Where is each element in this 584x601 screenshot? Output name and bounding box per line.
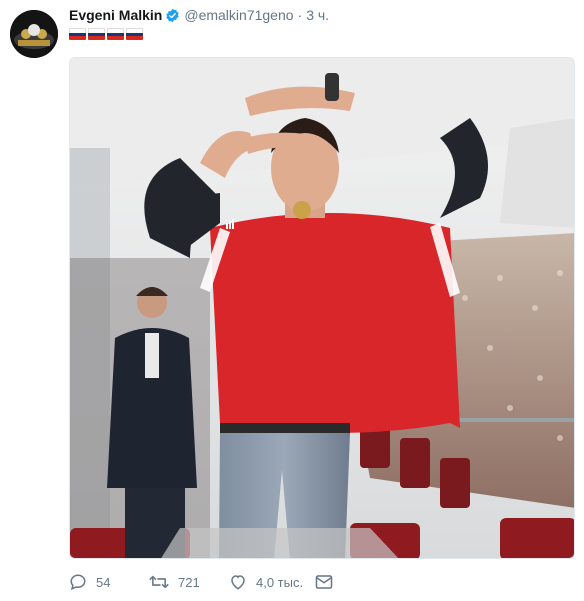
tweet-header: Evgeni Malkin @emalkin71geno · 3 ч. bbox=[69, 7, 329, 23]
russian-flag-icon bbox=[126, 28, 143, 40]
tweet-actions: 54 721 4,0 тыс. bbox=[69, 572, 333, 592]
author-handle[interactable]: @emalkin71geno bbox=[184, 7, 293, 23]
author-avatar[interactable] bbox=[10, 10, 58, 58]
heart-icon bbox=[229, 573, 247, 591]
tweet-text-flags bbox=[69, 28, 143, 40]
author-name[interactable]: Evgeni Malkin bbox=[69, 7, 162, 23]
verified-badge-icon bbox=[165, 8, 180, 23]
russian-flag-icon bbox=[88, 28, 105, 40]
retweet-button[interactable]: 721 bbox=[149, 573, 229, 591]
russian-flag-icon bbox=[69, 28, 86, 40]
reply-icon bbox=[69, 573, 87, 591]
tweet-timestamp[interactable]: 3 ч. bbox=[306, 7, 329, 23]
tweet-photo[interactable] bbox=[69, 57, 575, 559]
retweet-count: 721 bbox=[178, 574, 200, 590]
direct-message-icon bbox=[315, 574, 333, 590]
retweet-icon bbox=[149, 573, 169, 591]
direct-message-button[interactable] bbox=[315, 574, 333, 590]
like-count: 4,0 тыс. bbox=[256, 574, 304, 590]
reply-button[interactable]: 54 bbox=[69, 573, 149, 591]
separator-dot: · bbox=[297, 7, 303, 23]
tweet: Evgeni Malkin @emalkin71geno · 3 ч. 54 7… bbox=[0, 0, 584, 601]
reply-count: 54 bbox=[96, 574, 111, 590]
like-button[interactable]: 4,0 тыс. bbox=[229, 573, 315, 591]
russian-flag-icon bbox=[107, 28, 124, 40]
